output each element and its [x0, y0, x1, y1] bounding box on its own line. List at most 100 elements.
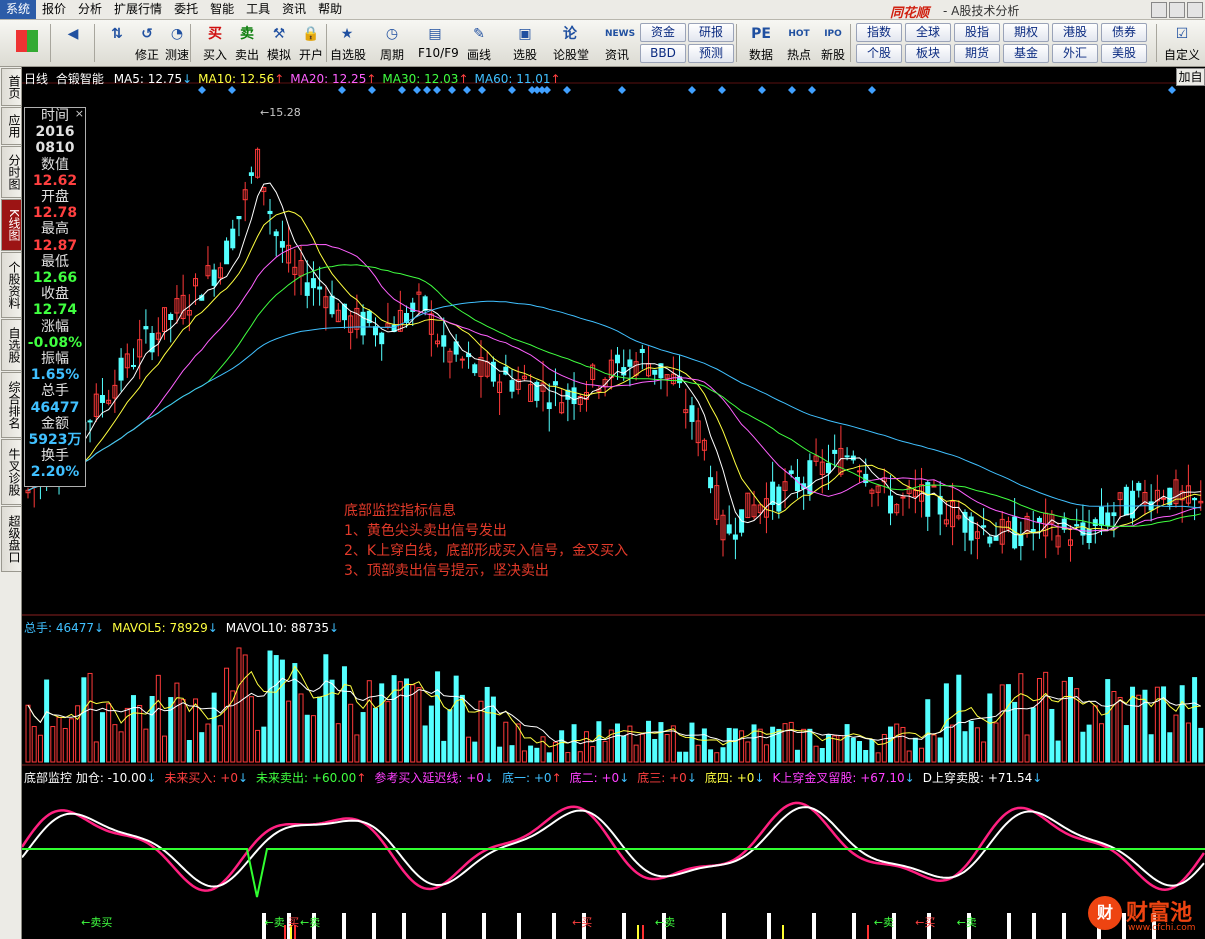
candle-body [360, 311, 366, 336]
ma60-line [27, 300, 1201, 509]
left-tab-3[interactable]: K线图 [1, 199, 22, 251]
market-button-8[interactable]: 期货 [954, 44, 1000, 63]
market-button-7[interactable]: 板块 [905, 44, 951, 63]
report-button[interactable]: 研报 [688, 23, 734, 42]
signal-label: ←卖买 [81, 916, 113, 929]
bbd-button[interactable]: BBD [640, 44, 686, 63]
info-close-icon[interactable]: × [75, 106, 84, 122]
left-tab-5[interactable]: 自选股 [1, 319, 22, 371]
volume-bar [521, 750, 527, 763]
legend-item: MAVOL10: 88735↓ [226, 621, 339, 635]
volume-bar [75, 705, 81, 763]
add-watchlist-button[interactable]: 加自 [1176, 68, 1205, 86]
left-tab-6[interactable]: 综合排名 [1, 372, 22, 438]
correct-button[interactable]: ↺ 修正 [130, 22, 164, 64]
news-button[interactable]: NEWS 资讯 [600, 22, 635, 64]
simulate-button[interactable]: ⚒ 模拟 [262, 22, 296, 64]
menu-analysis[interactable]: 分析 [72, 0, 108, 19]
volume-bar [435, 671, 441, 763]
menu-help[interactable]: 帮助 [312, 0, 348, 19]
menu-quote[interactable]: 报价 [36, 0, 72, 19]
updown-button[interactable]: ⇅ [100, 22, 134, 64]
candle-body [552, 381, 558, 386]
back-button[interactable]: ◀ [56, 22, 90, 64]
forum-button[interactable]: 论论股堂 [553, 22, 589, 64]
volume-bar [1067, 676, 1073, 763]
legend-arrow-icon: ↓ [237, 771, 249, 785]
left-tab-0[interactable]: 首页 [1, 68, 22, 106]
close-icon[interactable] [1187, 2, 1203, 18]
signal-tick [642, 925, 644, 939]
data-button[interactable]: PE 数据 [744, 22, 778, 64]
stock-select-button[interactable]: ▣ 选股 [508, 22, 542, 64]
f10-button[interactable]: ▤ F10/F9 [418, 22, 459, 64]
fund-button[interactable]: 资金 [640, 23, 686, 42]
signal-diamond-icon [508, 86, 516, 94]
sell-button[interactable]: 卖卖出 [230, 22, 264, 64]
market-button-4[interactable]: 港股 [1052, 23, 1098, 42]
info-value: 12.62 [32, 172, 78, 189]
menu-tools[interactable]: 工具 [240, 0, 276, 19]
info-label: 振幅 [41, 351, 69, 368]
menu-system[interactable]: 系统 [0, 0, 37, 19]
speed-test-button[interactable]: ◔ 测速 [160, 22, 194, 64]
info-value: 12.74 [32, 302, 78, 319]
hot-button[interactable]: HOT 热点 [782, 22, 816, 64]
left-tab-8[interactable]: 超级盘口 [1, 506, 22, 572]
period-button[interactable]: ◷ 周期 [375, 22, 409, 64]
market-button-10[interactable]: 外汇 [1052, 44, 1098, 63]
volume-bar [1092, 705, 1098, 763]
signal-diamond-icon [808, 86, 816, 94]
info-value: 12.66 [32, 270, 78, 287]
market-button-9[interactable]: 基金 [1003, 44, 1049, 63]
volume-bar [372, 707, 378, 763]
volume-bar [720, 747, 726, 763]
left-tab-4[interactable]: 个股资料 [1, 252, 22, 318]
volume-bar [912, 737, 918, 763]
ipo-button[interactable]: IPO 新股 [816, 22, 850, 64]
open-account-button[interactable]: 🔒 开户 [294, 22, 328, 64]
menu-trade[interactable]: 委托 [168, 0, 204, 19]
volume-bar [726, 727, 732, 763]
ma-value: MA5: 12.75 [113, 72, 183, 86]
volume-bar [999, 684, 1005, 763]
volume-bar [236, 647, 242, 763]
draw-line-button[interactable]: ✎ 画线 [462, 22, 496, 64]
candle-body [708, 477, 714, 489]
market-button-0[interactable]: 指数 [856, 23, 902, 42]
menu-extended-market[interactable]: 扩展行情 [108, 0, 168, 19]
left-tab-2[interactable]: 分时图 [1, 146, 22, 198]
candle-body [627, 359, 633, 367]
k-line [22, 801, 1205, 892]
f10-icon: ▤ [428, 26, 442, 42]
candle-body [472, 364, 478, 374]
left-tab-7[interactable]: 牛叉诊股 [1, 439, 22, 505]
menu-smart[interactable]: 智能 [204, 0, 240, 19]
legend-value: 底四: +0 [704, 771, 755, 785]
customize-button[interactable]: ☑ 自定义 [1160, 22, 1204, 64]
market-button-11[interactable]: 美股 [1101, 44, 1147, 63]
market-button-1[interactable]: 全球 [905, 23, 951, 42]
window-title: - A股技术分析 [943, 4, 1020, 18]
market-button-5[interactable]: 债券 [1101, 23, 1147, 42]
maximize-icon[interactable] [1169, 2, 1185, 18]
volume-bar [844, 724, 850, 763]
left-tab-1[interactable]: 应用 [1, 107, 22, 145]
hot-icon: HOT [788, 29, 810, 39]
signal-diamond-icon [423, 86, 431, 94]
minimize-icon[interactable] [1151, 2, 1167, 18]
volume-bar [919, 747, 925, 763]
market-button-3[interactable]: 期权 [1003, 23, 1049, 42]
candle-body [1036, 517, 1042, 523]
market-button-6[interactable]: 个股 [856, 44, 902, 63]
menu-news[interactable]: 资讯 [276, 0, 312, 19]
volume-bar [155, 674, 161, 763]
forecast-button[interactable]: 预测 [688, 44, 734, 63]
layout-button[interactable] [10, 22, 44, 64]
volume-bar [211, 692, 217, 763]
ma-legend-item: MA10: 12.56↑ [198, 72, 284, 86]
buy-button[interactable]: 买买入 [198, 22, 232, 64]
market-button-2[interactable]: 股指 [954, 23, 1000, 42]
watchlist-button[interactable]: ★ 自选股 [330, 22, 366, 64]
signal-diamond-icon [718, 86, 726, 94]
